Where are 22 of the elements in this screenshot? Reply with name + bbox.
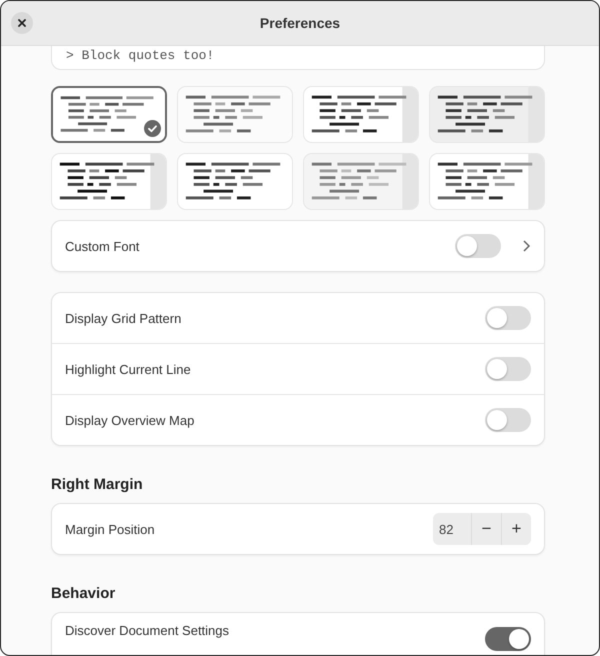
setting-label: Discover Document Settings — [65, 623, 230, 638]
increment-button[interactable]: + — [501, 513, 531, 545]
toggle-switch[interactable] — [485, 306, 531, 330]
toggle-switch[interactable] — [485, 627, 531, 651]
section-heading: Behavior — [51, 585, 116, 602]
font-preview: > Block quotes too! — [51, 46, 545, 70]
setting-label: Margin Position — [65, 522, 156, 536]
toggle-switch[interactable] — [485, 408, 531, 432]
setting-label: Display Grid Pattern — [65, 310, 182, 326]
setting-label: Custom Font — [65, 238, 140, 254]
section-heading: Right Margin — [51, 476, 144, 493]
toggle-switch[interactable] — [455, 234, 501, 258]
spin-value: 82 — [438, 520, 454, 538]
close-button[interactable] — [11, 12, 33, 34]
setting-label: Display Overview Map — [65, 412, 196, 428]
checkmark-icon — [144, 120, 161, 137]
margin-spin-field[interactable]: 82 − + — [433, 513, 531, 545]
window-title: Preferences — [260, 15, 340, 31]
chevron-right-icon[interactable] — [521, 239, 531, 253]
close-icon — [18, 19, 26, 27]
toggle-switch[interactable] — [485, 357, 531, 381]
setting-label: Highlight Current Line — [65, 362, 192, 376]
